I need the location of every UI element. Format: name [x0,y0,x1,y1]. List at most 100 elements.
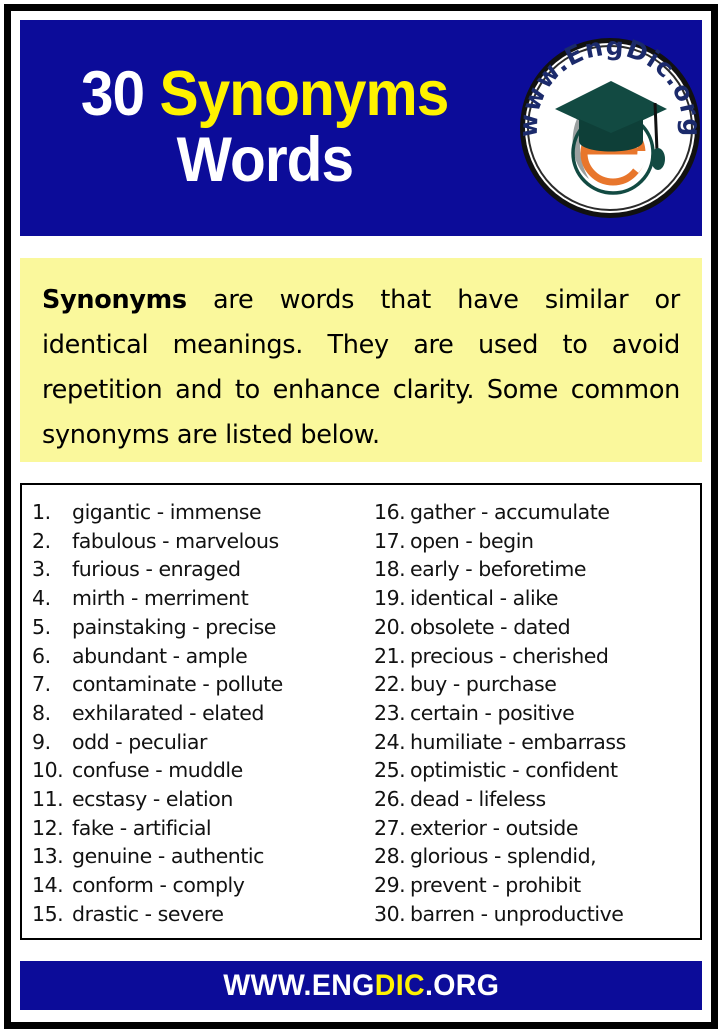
engdic-logo-svg: www.EngDic.org [514,32,705,218]
synonym-item-number: 13. [32,844,64,869]
page-title: 30 Synonyms Words [20,20,510,236]
synonym-item-number: 9. [32,729,51,754]
intro-callout: Synonyms are words that have similar or … [20,258,702,462]
synonym-list-item: 4. mirth - merriment [32,584,366,613]
synonym-item-number: 4. [32,586,51,611]
footer-banner: WWW.ENGDIC.ORG [20,961,702,1010]
synonyms-column-right: 16. gather - accumulate 17. open - begin 18.… [366,498,700,938]
synonym-list-item: 1. gigantic - immense [32,498,366,527]
synonym-item-number: 30. [373,901,406,926]
synonym-item-number: 10. [32,758,64,783]
synonym-list-item: 18. early - beforetime [374,555,700,584]
synonym-item-number: 16. [373,500,406,524]
synonym-item-number: 26. [373,787,406,812]
synonym-list-item: 6. abundant - ample [32,642,366,671]
synonym-item-pair: ecstasy - elation [72,787,233,812]
synonym-list-item: 24. humiliate - embarrass [374,728,700,757]
synonym-item-pair: fake - artificial [72,815,212,840]
synonym-item-number: 14. [32,873,64,898]
synonym-item-number: 24. [373,729,406,754]
synonym-item-number: 22. [373,672,406,697]
synonym-item-pair: mirth - merriment [72,586,249,611]
synonym-item-pair: exhilarated - elated [72,700,264,725]
synonym-item-pair: prevent - prohibit [409,873,581,898]
synonym-item-pair: open - begin [409,528,534,553]
synonym-item-number: 23. [373,700,406,725]
synonym-item-pair: identical - alike [409,586,559,611]
footer-text-part-one: WWW.ENG [222,968,375,1002]
synonym-list-item: 13. genuine - authentic [32,842,366,871]
synonym-list-item: 27. exterior - outside [374,814,700,843]
title-line-two: Words [176,125,354,195]
synonym-item-number: 6. [32,643,51,668]
synonym-list-item: 2. fabulous - marvelous [32,527,366,556]
title-count: 30 [81,59,160,130]
synonym-item-pair: abundant - ample [72,643,248,668]
synonym-list-item: 20. obsolete - dated [374,613,700,642]
synonym-item-number: 11. [32,787,64,812]
synonym-item-pair: fabulous - marvelous [72,528,279,553]
synonym-item-number: 1. [32,500,51,524]
synonym-item-number: 12. [32,815,64,840]
poster-canvas: 30 Synonyms Words www.EngDic.org Synonym… [0,0,722,1033]
title-keyword: Synonyms [159,59,450,130]
synonym-list-item: 14. conform - comply [32,871,366,900]
synonym-item-pair: buy - purchase [409,672,557,697]
synonym-item-pair: certain - positive [409,700,575,725]
synonyms-column-left: 1. gigantic - immense 2. fabulous - marvelo… [22,498,366,938]
synonym-item-number: 21. [373,643,406,668]
synonym-list-item: 25. optimistic - confident [374,756,700,785]
synonym-item-pair: obsolete - dated [409,614,571,639]
synonym-list-item: 12. fake - artificial [32,814,366,843]
synonyms-list-left: 1. gigantic - immense 2. fabulous - marvelo… [32,498,366,929]
engdic-logo: www.EngDic.org [514,32,705,223]
synonym-list-item: 10. confuse - muddle [32,756,366,785]
synonyms-list-box: 1. gigantic - immense 2. fabulous - marvelo… [20,483,702,940]
synonym-item-pair: early - beforetime [409,557,587,582]
synonym-item-pair: humiliate - embarrass [409,729,626,754]
synonym-list-item: 22. buy - purchase [374,670,700,699]
synonym-list-item: 8. exhilarated - elated [32,699,366,728]
synonym-list-item: 30. barren - unproductive [374,900,700,929]
intro-paragraph: Synonyms are words that have similar or … [42,278,680,458]
synonym-item-pair: odd - peculiar [72,729,207,754]
synonym-item-number: 2. [32,528,51,553]
synonym-item-pair: gigantic - immense [72,500,262,524]
synonym-list-item: 23. certain - positive [374,699,700,728]
synonym-item-number: 7. [32,672,51,697]
header-banner: 30 Synonyms Words www.EngDic.org [20,20,705,236]
synonym-list-item: 26. dead - lifeless [374,785,700,814]
synonym-item-pair: contaminate - pollute [72,672,283,697]
synonym-list-item: 19. identical - alike [374,584,700,613]
synonym-item-pair: dead - lifeless [409,787,546,812]
synonym-list-item: 16. gather - accumulate [374,498,700,527]
synonym-item-pair: optimistic - confident [409,758,618,783]
synonym-list-item: 15. drastic - severe [32,900,366,929]
synonym-item-number: 8. [32,700,51,725]
title-line-one: 30 Synonyms [81,62,449,128]
synonym-item-pair: precious - cherished [409,643,609,668]
synonym-list-item: 17. open - begin [374,527,700,556]
synonym-list-item: 11. ecstasy - elation [32,785,366,814]
synonym-item-pair: exterior - outside [409,815,579,840]
synonym-list-item: 9. odd - peculiar [32,728,366,757]
synonyms-list-right: 16. gather - accumulate 17. open - begin 18.… [374,498,700,929]
synonym-item-pair: conform - comply [72,873,245,898]
synonym-item-pair: genuine - authentic [72,844,264,869]
synonym-item-number: 28. [373,844,406,869]
synonym-item-number: 5. [32,614,51,639]
synonym-item-number: 20. [373,614,406,639]
synonym-list-item: 28. glorious - splendid, [374,842,700,871]
synonym-item-number: 27. [373,815,406,840]
synonym-item-pair: gather - accumulate [409,500,610,524]
synonym-list-item: 3. furious - enraged [32,555,366,584]
footer-website[interactable]: WWW.ENGDIC.ORG [223,969,499,1003]
synonym-item-number: 19. [373,586,406,611]
footer-text-highlight: DIC [374,968,425,1002]
synonym-list-item: 29. prevent - prohibit [374,871,700,900]
synonym-item-number: 25. [373,758,406,783]
footer-text-part-two: .ORG [424,968,500,1002]
synonym-item-number: 29. [373,873,406,898]
synonym-item-number: 15. [32,901,64,926]
synonym-item-pair: glorious - splendid, [409,844,597,869]
